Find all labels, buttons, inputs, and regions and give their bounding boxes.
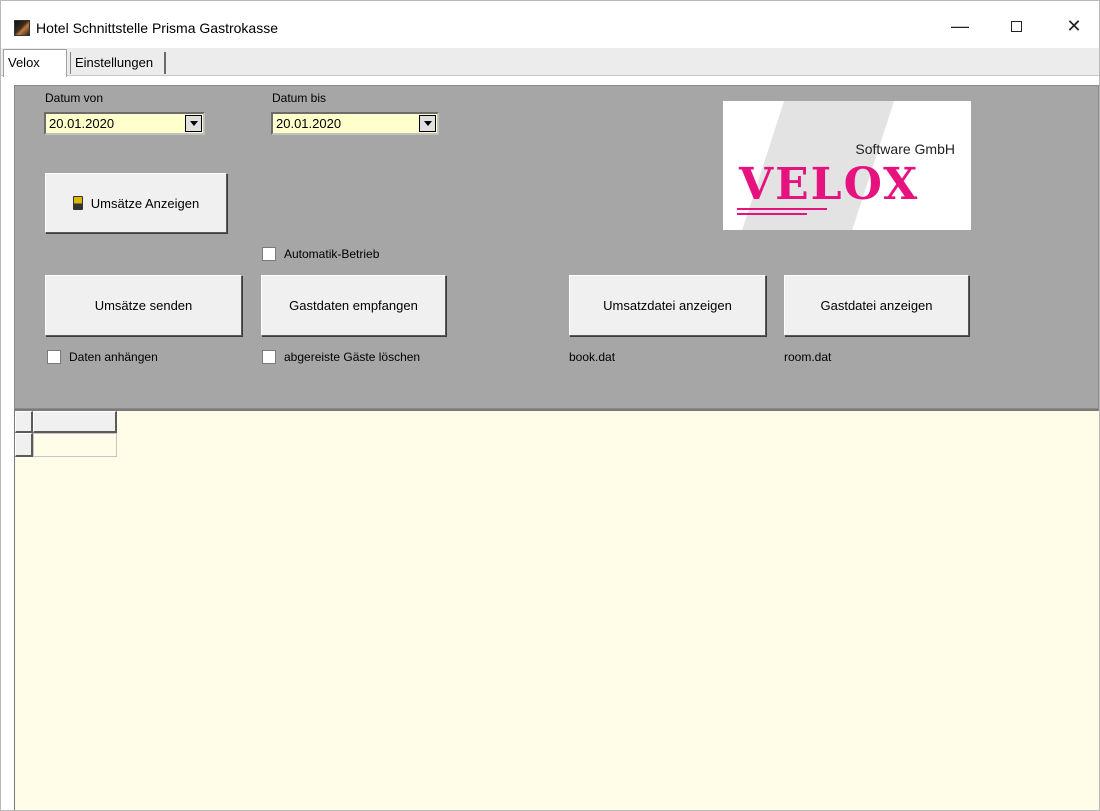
checkbox-box[interactable] <box>262 350 276 364</box>
tab-einstellungen[interactable]: Einstellungen <box>70 52 166 74</box>
maximize-button[interactable] <box>993 9 1039 43</box>
close-icon: ✕ <box>1066 15 1082 36</box>
app-window: Hotel Schnittstelle Prisma Gastrokasse —… <box>0 0 1100 811</box>
show-sales-label: Umsätze Anzeigen <box>90 195 200 211</box>
logo-company: Software GmbH <box>855 141 955 157</box>
show-guest-file-button[interactable]: Gastdatei anzeigen <box>784 275 969 336</box>
minimize-icon: — <box>951 15 969 36</box>
grid-column-header[interactable] <box>33 411 117 433</box>
date-from-value: 20.01.2020 <box>49 116 115 131</box>
show-sales-file-button[interactable]: Umsatzdatei anzeigen <box>569 275 766 336</box>
date-to-label: Datum bis <box>272 91 327 105</box>
receive-guests-label: Gastdaten empfangen <box>289 298 418 313</box>
show-sales-file-label: Umsatzdatei anzeigen <box>603 298 732 313</box>
checkbox-box[interactable] <box>47 350 61 364</box>
grid-cell[interactable] <box>33 433 117 457</box>
minimize-button[interactable]: — <box>937 9 983 43</box>
pen-icon <box>72 196 83 210</box>
guest-file-name: room.dat <box>784 350 832 364</box>
show-guest-file-label: Gastdatei anzeigen <box>820 298 933 313</box>
date-to-select[interactable]: 20.01.2020 <box>271 112 439 135</box>
chevron-down-icon[interactable] <box>419 115 436 132</box>
logo-stripe <box>737 213 807 215</box>
append-data-checkbox[interactable]: Daten anhängen <box>47 350 158 364</box>
logo-brand: VELOX <box>739 159 920 210</box>
grid-corner-cell[interactable] <box>15 411 33 433</box>
show-sales-button[interactable]: Umsätze Anzeigen <box>45 173 227 233</box>
checkbox-box[interactable] <box>262 247 276 261</box>
grid-row-header[interactable] <box>15 433 33 457</box>
send-sales-button[interactable]: Umsätze senden <box>45 275 242 336</box>
date-from-select[interactable]: 20.01.2020 <box>44 112 205 135</box>
auto-mode-label: Automatik-Betrieb <box>284 247 380 261</box>
tab-velox[interactable]: Velox <box>3 49 67 77</box>
send-sales-label: Umsätze senden <box>94 298 193 313</box>
append-data-label: Daten anhängen <box>69 350 158 364</box>
date-from-label: Datum von <box>45 91 104 105</box>
delete-departed-checkbox[interactable]: abgereiste Gäste löschen <box>262 350 420 364</box>
control-panel: Datum von 20.01.2020 Datum bis 20.01.202… <box>14 85 1099 409</box>
sales-file-name: book.dat <box>569 350 616 364</box>
logo-stripe <box>737 208 827 210</box>
receive-guests-button[interactable]: Gastdaten empfangen <box>261 275 446 336</box>
auto-mode-checkbox[interactable]: Automatik-Betrieb <box>262 247 379 261</box>
window-title: Hotel Schnittstelle Prisma Gastrokasse <box>36 20 278 36</box>
title-bar: Hotel Schnittstelle Prisma Gastrokasse —… <box>1 1 1099 47</box>
maximize-icon <box>1010 20 1022 32</box>
chevron-down-icon[interactable] <box>185 115 202 132</box>
close-button[interactable]: ✕ <box>1051 9 1097 43</box>
delete-departed-label: abgereiste Gäste löschen <box>284 350 421 364</box>
date-to-value: 20.01.2020 <box>276 116 342 131</box>
tab-strip: Velox Einstellungen <box>1 48 1099 77</box>
velox-logo: Software GmbH VELOX <box>723 101 971 230</box>
app-icon <box>14 20 30 36</box>
data-grid[interactable] <box>14 409 1099 810</box>
